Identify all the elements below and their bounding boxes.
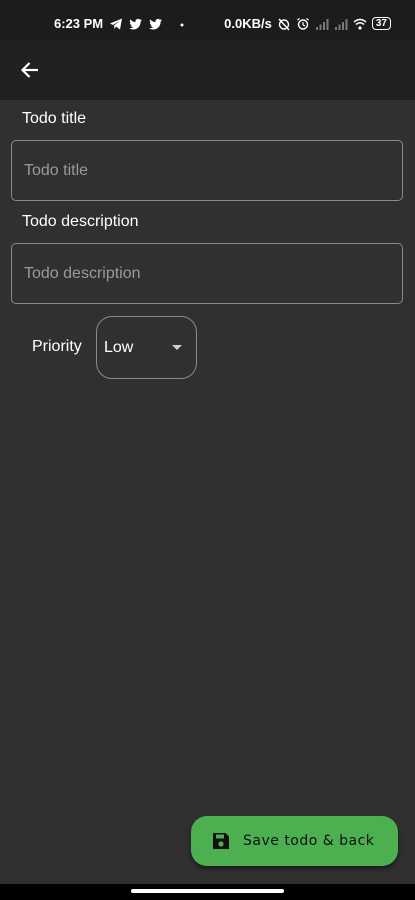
status-bar: 6:23 PM 0.0KB/s 37	[0, 0, 415, 40]
priority-dropdown[interactable]: Low	[96, 316, 197, 379]
status-right: 0.0KB/s 37	[224, 16, 391, 31]
save-todo-button[interactable]: Save todo & back	[191, 816, 398, 866]
battery-level: 37	[375, 18, 387, 29]
todo-title-input[interactable]	[11, 140, 403, 201]
todo-title-label: Todo title	[22, 110, 87, 127]
save-icon	[213, 833, 229, 849]
alarm-off-icon	[278, 18, 290, 30]
navigation-bar	[0, 884, 415, 900]
twitter-icon	[149, 18, 163, 29]
save-todo-label: Save todo & back	[243, 833, 375, 849]
status-time: 6:23 PM	[54, 16, 104, 31]
status-left: 6:23 PM	[54, 16, 189, 31]
telegram-icon	[110, 18, 123, 29]
todo-description-label: Todo description	[22, 213, 139, 230]
app-bar	[0, 40, 415, 100]
wifi-icon	[353, 18, 367, 30]
priority-label: Priority	[32, 338, 82, 355]
dot-icon	[180, 23, 184, 26]
todo-description-input[interactable]	[11, 243, 403, 304]
signal-icon	[315, 18, 329, 30]
priority-selected-value: Low	[104, 339, 134, 356]
back-button[interactable]	[16, 56, 44, 84]
twitter-icon	[129, 18, 143, 29]
battery-icon: 37	[371, 17, 391, 30]
arrow-left-icon	[20, 62, 38, 78]
home-gesture-handle[interactable]	[131, 889, 284, 893]
alarm-icon	[296, 17, 309, 30]
signal-icon	[334, 18, 348, 30]
dropdown-arrow-icon	[172, 345, 182, 350]
network-speed: 0.0KB/s	[224, 16, 272, 31]
